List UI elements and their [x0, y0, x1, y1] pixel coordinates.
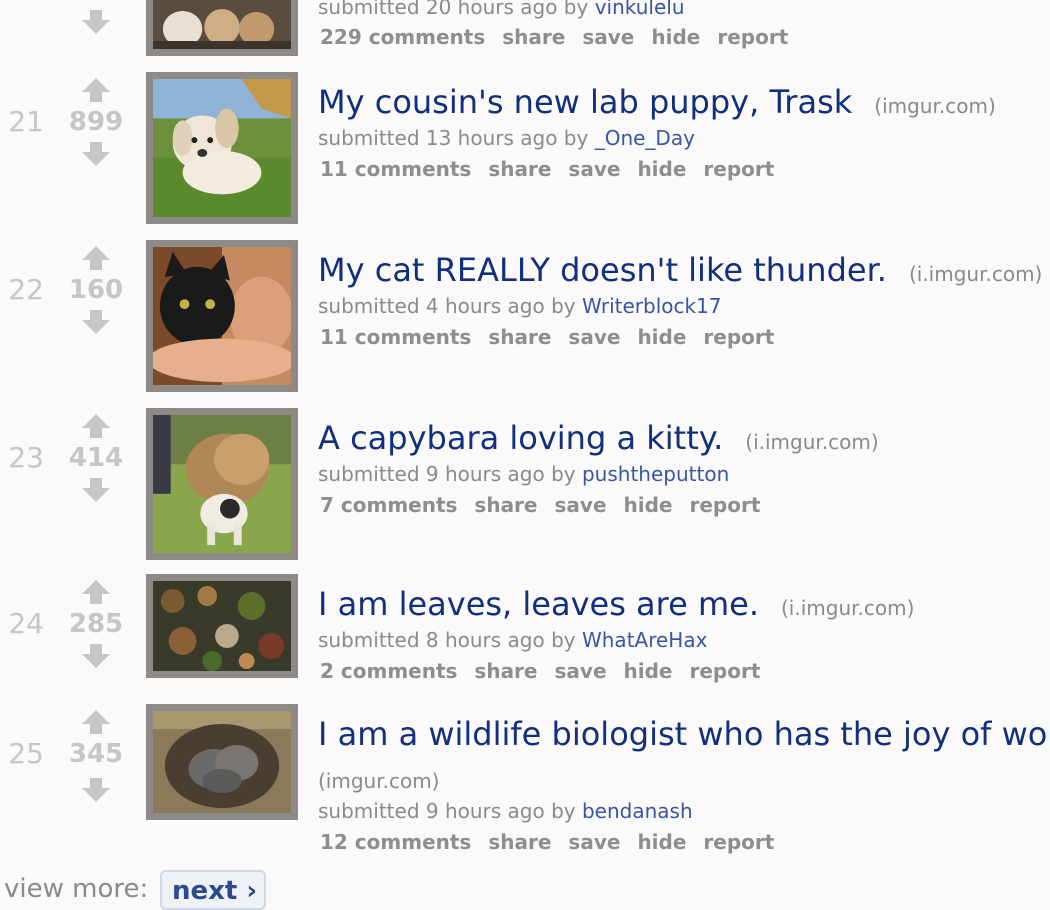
post-domain[interactable]: (i.imgur.com): [909, 262, 1042, 286]
report-link[interactable]: report: [717, 25, 788, 49]
downvote-arrow-icon[interactable]: [80, 644, 112, 670]
comments-link[interactable]: 2 comments: [320, 659, 457, 683]
post-title: A capybara loving a kitty.: [318, 419, 724, 457]
hide-link[interactable]: hide: [624, 493, 673, 517]
post-title-link[interactable]: A capybara loving a kitty. (i.imgur.com): [318, 420, 879, 460]
upvote-arrow-icon[interactable]: [80, 708, 112, 734]
tagline-prefix: submitted 20 hours ago by: [318, 0, 595, 19]
hide-link[interactable]: hide: [637, 325, 686, 349]
post-rank: 22: [8, 273, 44, 306]
report-link[interactable]: report: [690, 493, 761, 517]
post-buttons: 2 comments share save hide report: [320, 659, 777, 683]
author-link[interactable]: WhatAreHax: [582, 628, 707, 652]
downvote-arrow-icon[interactable]: [80, 778, 112, 804]
post-buttons: 11 comments share save hide report: [320, 325, 791, 349]
post-tagline: submitted 8 hours ago by WhatAreHax: [318, 628, 707, 652]
hide-link[interactable]: hide: [637, 830, 686, 854]
post-rank: 21: [8, 105, 44, 138]
share-link[interactable]: share: [488, 157, 551, 181]
hide-link[interactable]: hide: [637, 157, 686, 181]
report-link[interactable]: report: [690, 659, 761, 683]
tagline-prefix: submitted 8 hours ago by: [318, 628, 582, 652]
post-title-link[interactable]: I am a wildlife biologist who has the jo…: [318, 716, 1047, 752]
post-thumbnail[interactable]: [146, 408, 298, 560]
tagline-prefix: submitted 9 hours ago by: [318, 462, 582, 486]
post-tagline: submitted 4 hours ago by Writerblock17: [318, 294, 722, 318]
share-link[interactable]: share: [488, 830, 551, 854]
upvote-arrow-icon[interactable]: [80, 578, 112, 604]
post-domain[interactable]: (imgur.com): [318, 769, 439, 793]
author-link[interactable]: bendanash: [582, 799, 693, 823]
downvote-arrow-icon[interactable]: [80, 10, 112, 36]
comments-link[interactable]: 7 comments: [320, 493, 457, 517]
downvote-arrow-icon[interactable]: [80, 142, 112, 168]
author-link[interactable]: vinkulelu: [595, 0, 685, 19]
comments-link[interactable]: 11 comments: [320, 157, 471, 181]
post-tagline: submitted 9 hours ago by bendanash: [318, 799, 693, 823]
comments-link[interactable]: 229 comments: [320, 25, 485, 49]
save-link[interactable]: save: [555, 493, 607, 517]
post-score: 285: [68, 609, 124, 639]
upvote-arrow-icon[interactable]: [80, 412, 112, 438]
view-more-label: view more:: [4, 874, 149, 904]
upvote-arrow-icon[interactable]: [80, 244, 112, 270]
post-domain[interactable]: (i.imgur.com): [745, 430, 878, 454]
post-buttons: 229 comments share save hide report: [320, 25, 805, 49]
tagline-prefix: submitted 9 hours ago by: [318, 799, 582, 823]
post-title-link[interactable]: I am leaves, leaves are me. (i.imgur.com): [318, 586, 914, 626]
post-domain[interactable]: (i.imgur.com): [781, 596, 914, 620]
save-link[interactable]: save: [582, 25, 634, 49]
author-link[interactable]: pushtheputton: [582, 462, 729, 486]
report-link[interactable]: report: [703, 157, 774, 181]
post-rank: 23: [8, 441, 44, 474]
post-tagline: submitted 13 hours ago by _One_Day: [318, 126, 695, 150]
tagline-prefix: submitted 13 hours ago by: [318, 126, 595, 150]
post-score: 345: [68, 739, 124, 769]
post-title: I am a wildlife biologist who has the jo…: [318, 715, 1048, 753]
post-thumbnail[interactable]: [146, 0, 298, 56]
post-score: 899: [68, 107, 124, 137]
post-title: My cat REALLY doesn't like thunder.: [318, 251, 887, 289]
share-link[interactable]: share: [502, 25, 565, 49]
save-link[interactable]: save: [568, 157, 620, 181]
post-thumbnail[interactable]: [146, 240, 298, 392]
save-link[interactable]: save: [555, 659, 607, 683]
post-title-link[interactable]: My cousin's new lab puppy, Trask (imgur.c…: [318, 84, 996, 124]
save-link[interactable]: save: [568, 325, 620, 349]
post-score: 160: [68, 275, 124, 305]
post-tagline: submitted 20 hours ago by vinkulelu: [318, 0, 685, 19]
comments-link[interactable]: 11 comments: [320, 325, 471, 349]
post-buttons: 12 comments share save hide report: [320, 830, 791, 854]
share-link[interactable]: share: [474, 659, 537, 683]
save-link[interactable]: save: [568, 830, 620, 854]
downvote-arrow-icon[interactable]: [80, 310, 112, 336]
hide-link[interactable]: hide: [624, 659, 673, 683]
report-link[interactable]: report: [703, 830, 774, 854]
post-title-link[interactable]: My cat REALLY doesn't like thunder. (i.im…: [318, 252, 1042, 292]
post-title: My cousin's new lab puppy, Trask: [318, 83, 853, 121]
tagline-prefix: submitted 4 hours ago by: [318, 294, 582, 318]
upvote-arrow-icon[interactable]: [80, 76, 112, 102]
post-rank: 25: [8, 737, 44, 770]
post-tagline: submitted 9 hours ago by pushtheputton: [318, 462, 729, 486]
report-link[interactable]: report: [703, 325, 774, 349]
post-title: I am leaves, leaves are me.: [318, 585, 759, 623]
post-domain[interactable]: (imgur.com): [874, 94, 995, 118]
post-thumbnail[interactable]: [146, 72, 298, 224]
downvote-arrow-icon[interactable]: [80, 478, 112, 504]
hide-link[interactable]: hide: [651, 25, 700, 49]
share-link[interactable]: share: [488, 325, 551, 349]
post-thumbnail[interactable]: [146, 574, 298, 678]
post-buttons: 11 comments share save hide report: [320, 157, 791, 181]
next-page-button[interactable]: next ›: [160, 870, 266, 910]
comments-link[interactable]: 12 comments: [320, 830, 471, 854]
post-buttons: 7 comments share save hide report: [320, 493, 777, 517]
share-link[interactable]: share: [474, 493, 537, 517]
author-link[interactable]: Writerblock17: [582, 294, 722, 318]
author-link[interactable]: _One_Day: [595, 126, 695, 150]
post-thumbnail[interactable]: [146, 704, 298, 820]
post-score: 414: [68, 443, 124, 473]
post-rank: 24: [8, 607, 44, 640]
